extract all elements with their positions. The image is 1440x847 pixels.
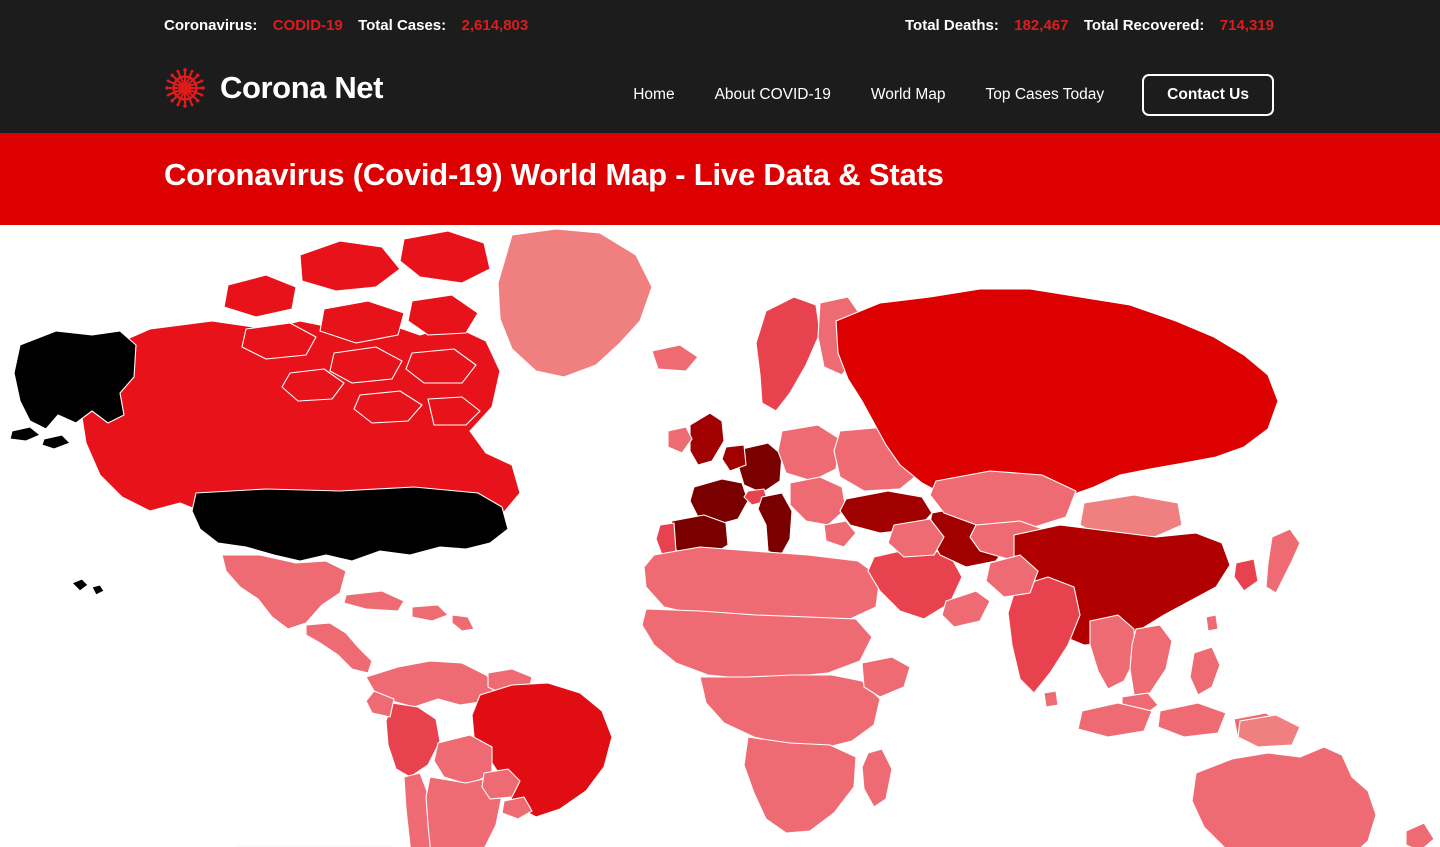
brand-logo[interactable]: Corona Net: [164, 67, 383, 109]
country-vietnam-laos-cambodia[interactable]: [1129, 624, 1173, 696]
country-korea[interactable]: [1233, 558, 1259, 592]
country-greenland[interactable]: [497, 228, 653, 378]
country-poland-baltics[interactable]: [777, 424, 841, 482]
total-recovered-label: Total Recovered:: [1083, 17, 1205, 34]
country-papua-new-guinea[interactable]: [1237, 714, 1301, 748]
country-italy[interactable]: [757, 492, 793, 558]
coronavirus-icon: [165, 68, 205, 108]
site-header: Corona Net Home About COVID-19 World Map…: [0, 54, 1440, 133]
top-stats-bar: Coronavirus: CODID-19 Total Cases: 2,614…: [0, 0, 1440, 54]
nav-about-covid-19[interactable]: About COVID-19: [695, 77, 851, 113]
country-united-states-hawaii[interactable]: [71, 578, 105, 596]
country-united-kingdom[interactable]: [689, 412, 725, 466]
country-southern-africa[interactable]: [743, 736, 857, 834]
country-peru[interactable]: [385, 702, 441, 778]
top-stats-left: Coronavirus: CODID-19 Total Cases: 2,614…: [164, 17, 528, 34]
country-portugal[interactable]: [655, 522, 677, 556]
country-guatemala-region[interactable]: [305, 622, 373, 674]
nav-world-map[interactable]: World Map: [851, 77, 966, 113]
country-united-states-alaska[interactable]: [13, 330, 137, 430]
country-madagascar[interactable]: [861, 748, 893, 808]
country-philippines[interactable]: [1189, 646, 1221, 696]
coronavirus-label: Coronavirus:: [164, 17, 258, 34]
nav-home[interactable]: Home: [613, 77, 694, 113]
country-mexico[interactable]: [221, 554, 347, 630]
contact-us-button[interactable]: Contact Us: [1142, 74, 1274, 116]
brand-name: Corona Net: [220, 70, 384, 105]
total-recovered-value: 714,319: [1219, 17, 1274, 34]
page-title: Coronavirus (Covid-19) World Map - Live …: [164, 157, 944, 192]
world-map-svg[interactable]: [0, 225, 1440, 847]
country-ireland[interactable]: [667, 426, 693, 454]
main-navigation: Home About COVID-19 World Map Top Cases …: [613, 74, 1274, 116]
country-caribbean-antilles[interactable]: [451, 614, 475, 632]
country-hispaniola[interactable]: [411, 604, 449, 622]
country-united-states-of-america[interactable]: [191, 486, 509, 562]
total-cases-label: Total Cases:: [358, 17, 447, 34]
nav-top-cases-today[interactable]: Top Cases Today: [966, 77, 1125, 113]
country-morocco-algeria-libya-egypt[interactable]: [643, 546, 881, 620]
covid-tag: CODID-19: [272, 17, 343, 34]
top-stats-right: Total Deaths: 182,467 Total Recovered: 7…: [905, 17, 1274, 34]
page-title-banner: Coronavirus (Covid-19) World Map - Live …: [0, 133, 1440, 225]
world-map[interactable]: United States of America Confirmed: 8310…: [0, 225, 1440, 847]
country-japan[interactable]: [1265, 528, 1301, 594]
country-sri-lanka[interactable]: [1043, 690, 1059, 708]
country-cuba[interactable]: [343, 590, 405, 612]
country-australia[interactable]: [1191, 746, 1377, 847]
country-balkans[interactable]: [789, 476, 847, 526]
country-sahel-west-africa[interactable]: [641, 608, 873, 680]
country-myanmar-thailand[interactable]: [1089, 614, 1137, 690]
country-taiwan[interactable]: [1205, 614, 1219, 632]
page-root: Coronavirus: CODID-19 Total Cases: 2,614…: [0, 0, 1440, 847]
total-deaths-value: 182,467: [1014, 17, 1069, 34]
country-norway-sweden[interactable]: [755, 296, 821, 412]
country-united-states-aleutians[interactable]: [9, 426, 71, 450]
total-deaths-label: Total Deaths:: [905, 17, 999, 34]
country-new-zealand[interactable]: [1390, 822, 1435, 847]
country-iceland[interactable]: [651, 344, 699, 372]
total-cases-value: 2,614,803: [461, 17, 529, 34]
country-central-east-africa[interactable]: [699, 674, 881, 750]
